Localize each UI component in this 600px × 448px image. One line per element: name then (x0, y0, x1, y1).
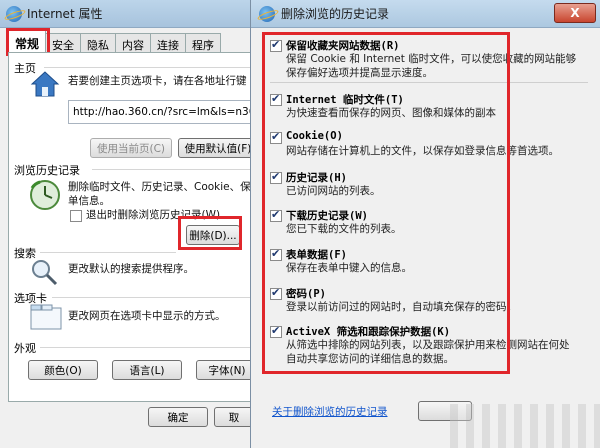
history-label: 浏览历史记录 (14, 164, 80, 177)
tabs-window-icon (30, 304, 62, 330)
history-clock-icon (30, 180, 60, 210)
appearance-divider (40, 347, 262, 348)
tab-security[interactable]: 安全 (45, 33, 82, 52)
history-desc-2: 单信息。 (68, 195, 110, 207)
tabs-divider (52, 297, 262, 298)
internet-options-window: Internet 属性 常规 安全 隐私 内容 连接 程序 主页 若要创建主页选… (0, 0, 278, 448)
cancel-button[interactable]: 取 (214, 407, 254, 427)
tabs-desc: 更改网页在选项卡中显示的方式。 (68, 310, 226, 322)
fonts-button[interactable]: 字体(N) (196, 360, 258, 380)
exit-delete-checkbox[interactable] (70, 210, 82, 222)
about-delete-history-link[interactable]: 关于删除浏览的历史记录 (272, 404, 388, 419)
history-divider (92, 169, 262, 170)
options-title: Internet 属性 (27, 7, 103, 21)
tab-programs[interactable]: 程序 (185, 33, 222, 52)
watermark-mosaic (450, 404, 600, 448)
languages-button[interactable]: 语言(L) (112, 360, 182, 380)
dialog-title: 删除浏览的历史记录 (281, 7, 390, 21)
home-divider (44, 67, 264, 68)
options-titlebar: Internet 属性 (0, 0, 271, 28)
tab-content[interactable]: 内容 (115, 33, 152, 52)
history-desc-1: 删除临时文件、历史记录、Cookie、保 (68, 181, 251, 193)
dialog-titlebar: 删除浏览的历史记录 (251, 0, 600, 28)
ok-button[interactable]: 确定 (148, 407, 208, 427)
use-default-button[interactable]: 使用默认值(F) (178, 138, 258, 158)
search-desc: 更改默认的搜索提供程序。 (68, 263, 194, 275)
house-icon (30, 71, 60, 97)
tab-privacy[interactable]: 隐私 (80, 33, 117, 52)
ie-icon (6, 5, 22, 22)
tab-connections[interactable]: 连接 (150, 33, 187, 52)
search-divider (40, 252, 176, 253)
home-url-input[interactable]: http://hao.360.cn/?src=lm&ls=n36a (68, 100, 278, 124)
use-current-button[interactable]: 使用当前页(C) (90, 138, 172, 158)
home-desc: 若要创建主页选项卡，请在各地址行键 (68, 75, 247, 87)
magnifier-icon (32, 260, 58, 286)
delete-button-highlight-box (178, 216, 242, 250)
close-button[interactable]: X (554, 3, 596, 23)
options-highlight-box (262, 32, 510, 374)
appearance-label: 外观 (14, 342, 36, 355)
colors-button[interactable]: 颜色(O) (28, 360, 98, 380)
dialog-ie-icon (259, 5, 275, 22)
